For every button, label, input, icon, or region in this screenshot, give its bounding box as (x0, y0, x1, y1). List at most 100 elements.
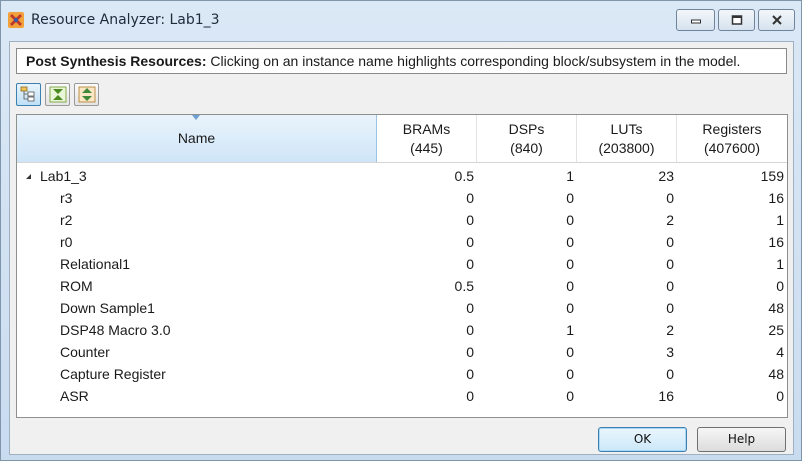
row-dsps: 0 (566, 278, 574, 294)
row-registers: 4 (776, 344, 784, 360)
table-row[interactable]: Relational1 0 0 0 1 (17, 253, 787, 275)
row-name[interactable]: Capture Register (60, 366, 166, 382)
info-banner: Post Synthesis Resources: Clicking on an… (16, 48, 787, 74)
row-brams: 0 (466, 388, 474, 404)
window-title: Resource Analyzer: Lab1_3 (31, 12, 220, 28)
row-luts: 0 (666, 190, 674, 206)
row-dsps: 0 (566, 234, 574, 250)
row-brams: 0 (466, 366, 474, 382)
column-label: Registers (702, 121, 762, 137)
help-button[interactable]: Help (697, 427, 786, 452)
table-row[interactable]: r2 0 0 2 1 (17, 209, 787, 231)
column-header-dsps[interactable]: DSPs (840) (477, 115, 577, 162)
app-logo-icon (8, 12, 24, 28)
row-name[interactable]: r3 (60, 190, 72, 206)
column-header-luts[interactable]: LUTs (203800) (577, 115, 677, 162)
row-luts: 2 (666, 212, 674, 228)
table-row[interactable]: Counter 0 0 3 4 (17, 341, 787, 363)
row-registers: 1 (776, 212, 784, 228)
row-dsps: 1 (566, 322, 574, 338)
row-dsps: 0 (566, 212, 574, 228)
row-dsps: 0 (566, 190, 574, 206)
row-dsps: 0 (566, 256, 574, 272)
table-row[interactable]: Down Sample1 0 0 0 48 (17, 297, 787, 319)
tree-view-icon (20, 86, 35, 102)
row-registers: 48 (768, 366, 784, 382)
row-luts: 16 (658, 388, 674, 404)
row-brams: 0.5 (454, 278, 474, 294)
row-name[interactable]: Lab1_3 (40, 168, 87, 184)
column-capacity: (203800) (598, 140, 655, 156)
column-header-brams[interactable]: BRAMs (445) (377, 115, 477, 162)
row-name[interactable]: Down Sample1 (60, 300, 155, 316)
dialog-body: Post Synthesis Resources: Clicking on an… (9, 41, 794, 455)
row-registers: 159 (760, 168, 784, 184)
expanded-triangle-icon[interactable] (25, 173, 32, 180)
column-capacity: (840) (510, 140, 543, 156)
minimize-button[interactable] (676, 9, 715, 31)
row-brams: 0 (466, 300, 474, 316)
column-header-registers[interactable]: Registers (407600) (677, 115, 787, 162)
row-registers: 16 (768, 234, 784, 250)
close-button[interactable] (758, 9, 795, 31)
row-brams: 0 (466, 212, 474, 228)
row-name[interactable]: r0 (60, 234, 72, 250)
row-luts: 0 (666, 366, 674, 382)
row-name[interactable]: DSP48 Macro 3.0 (60, 322, 171, 338)
row-registers: 1 (776, 256, 784, 272)
expand-all-button[interactable] (74, 83, 99, 106)
column-header-name[interactable]: Name (17, 115, 377, 162)
banner-heading: Post Synthesis Resources: (26, 53, 207, 69)
row-name[interactable]: r2 (60, 212, 72, 228)
banner-text: Clicking on an instance name highlights … (206, 53, 741, 69)
close-icon (771, 15, 782, 25)
row-brams: 0 (466, 190, 474, 206)
row-name[interactable]: ROM (60, 278, 93, 294)
collapse-all-icon (49, 86, 67, 103)
row-brams: 0.5 (454, 168, 474, 184)
table-header: Name BRAMs (445) DSPs (840) LUTs (203800… (17, 115, 787, 163)
row-brams: 0 (466, 234, 474, 250)
row-registers: 25 (768, 322, 784, 338)
row-dsps: 0 (566, 388, 574, 404)
table-row[interactable]: DSP48 Macro 3.0 0 1 2 25 (17, 319, 787, 341)
column-name-label: Name (177, 130, 216, 146)
row-luts: 0 (666, 278, 674, 294)
maximize-icon (731, 15, 742, 25)
table-row[interactable]: ASR 0 0 16 0 (17, 385, 787, 407)
row-name[interactable]: Counter (60, 344, 110, 360)
row-luts: 3 (666, 344, 674, 360)
ok-button[interactable]: OK (598, 427, 687, 452)
tree-view-button[interactable] (16, 83, 41, 106)
row-luts: 0 (666, 256, 674, 272)
row-luts: 0 (666, 300, 674, 316)
row-brams: 0 (466, 322, 474, 338)
table-row[interactable]: Capture Register 0 0 0 48 (17, 363, 787, 385)
row-dsps: 0 (566, 344, 574, 360)
table-row[interactable]: r0 0 0 0 16 (17, 231, 787, 253)
row-brams: 0 (466, 344, 474, 360)
row-dsps: 0 (566, 300, 574, 316)
table-row[interactable]: ROM 0.5 0 0 0 (17, 275, 787, 297)
row-dsps: 1 (566, 168, 574, 184)
expand-all-icon (78, 86, 96, 103)
minimize-icon (690, 19, 701, 24)
table-row[interactable]: r3 0 0 0 16 (17, 187, 787, 209)
row-registers: 16 (768, 190, 784, 206)
row-luts: 0 (666, 234, 674, 250)
row-luts: 2 (666, 322, 674, 338)
column-label: LUTs (610, 121, 643, 137)
column-capacity: (407600) (703, 140, 761, 156)
resource-analyzer-window: Resource Analyzer: Lab1_3 Post Synthesis… (0, 0, 802, 461)
row-name[interactable]: ASR (60, 388, 89, 404)
row-dsps: 0 (566, 366, 574, 382)
title-bar[interactable]: Resource Analyzer: Lab1_3 (1, 1, 801, 39)
row-luts: 23 (658, 168, 674, 184)
row-registers: 0 (776, 388, 784, 404)
maximize-button[interactable] (718, 9, 755, 31)
row-registers: 48 (768, 300, 784, 316)
row-name[interactable]: Relational1 (60, 256, 130, 272)
collapse-all-button[interactable] (45, 83, 70, 106)
table-row[interactable]: Lab1_3 0.5 1 23 159 (17, 165, 787, 187)
row-brams: 0 (466, 256, 474, 272)
